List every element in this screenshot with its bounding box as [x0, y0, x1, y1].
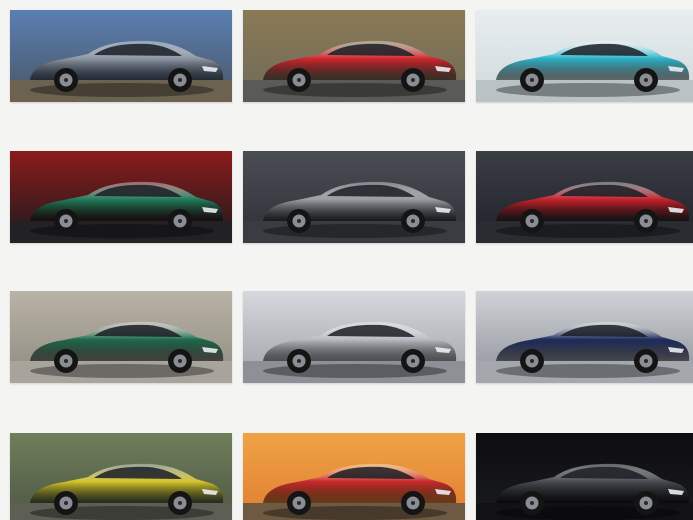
car-photo-dark-grey-roadster[interactable] [476, 433, 693, 520]
car-photo-image [243, 10, 465, 102]
car-photo-image [476, 433, 693, 520]
car-photo-image [243, 291, 465, 383]
wheel-hub [178, 78, 182, 82]
car-photo-image [476, 151, 693, 243]
wheel-hub [178, 501, 182, 505]
wheel-hub [297, 501, 301, 505]
car-photo-image [243, 151, 465, 243]
car-photo-silver-roadster-coast[interactable] [10, 10, 232, 102]
wheel-hub [64, 501, 68, 505]
car-photo-grey-wedge-supercar[interactable] [243, 151, 465, 243]
wheel-hub [297, 359, 301, 363]
wheel-hub [297, 78, 301, 82]
wheel-hub [644, 78, 648, 82]
wheel-hub [530, 78, 534, 82]
car-photo-yellow-open-supercar[interactable] [10, 433, 232, 520]
car-photo-image [10, 10, 232, 102]
car-photo-navy-sports-coupe[interactable] [476, 291, 693, 383]
wheel-hub [178, 359, 182, 363]
wheel-hub [644, 219, 648, 223]
wheel-hub [530, 501, 534, 505]
car-photo-green-sedan[interactable] [10, 291, 232, 383]
car-photo-red-roadster-sunset[interactable] [243, 433, 465, 520]
wheel-hub [644, 359, 648, 363]
wheel-hub [644, 501, 648, 505]
car-photo-image [10, 291, 232, 383]
wheel-hub [411, 219, 415, 223]
car-photo-red-supercar-front[interactable] [476, 151, 693, 243]
car-photo-image [10, 151, 232, 243]
wheel-hub [64, 78, 68, 82]
wheel-hub [64, 359, 68, 363]
wheel-hub [297, 219, 301, 223]
car-photo-silver-track-coupe[interactable] [243, 291, 465, 383]
wheel-hub [178, 219, 182, 223]
car-photo-image [10, 433, 232, 520]
wheel-hub [530, 219, 534, 223]
wheel-hub [411, 78, 415, 82]
car-image-gallery [0, 0, 693, 520]
car-photo-green-sports-coupe[interactable] [10, 151, 232, 243]
car-photo-teal-electric-race-car[interactable] [476, 10, 693, 102]
wheel-hub [411, 359, 415, 363]
car-photo-image [243, 433, 465, 520]
car-photo-red-convertible-supercar[interactable] [243, 10, 465, 102]
wheel-hub [411, 501, 415, 505]
wheel-hub [64, 219, 68, 223]
wheel-hub [530, 359, 534, 363]
car-photo-image [476, 10, 693, 102]
car-photo-image [476, 291, 693, 383]
